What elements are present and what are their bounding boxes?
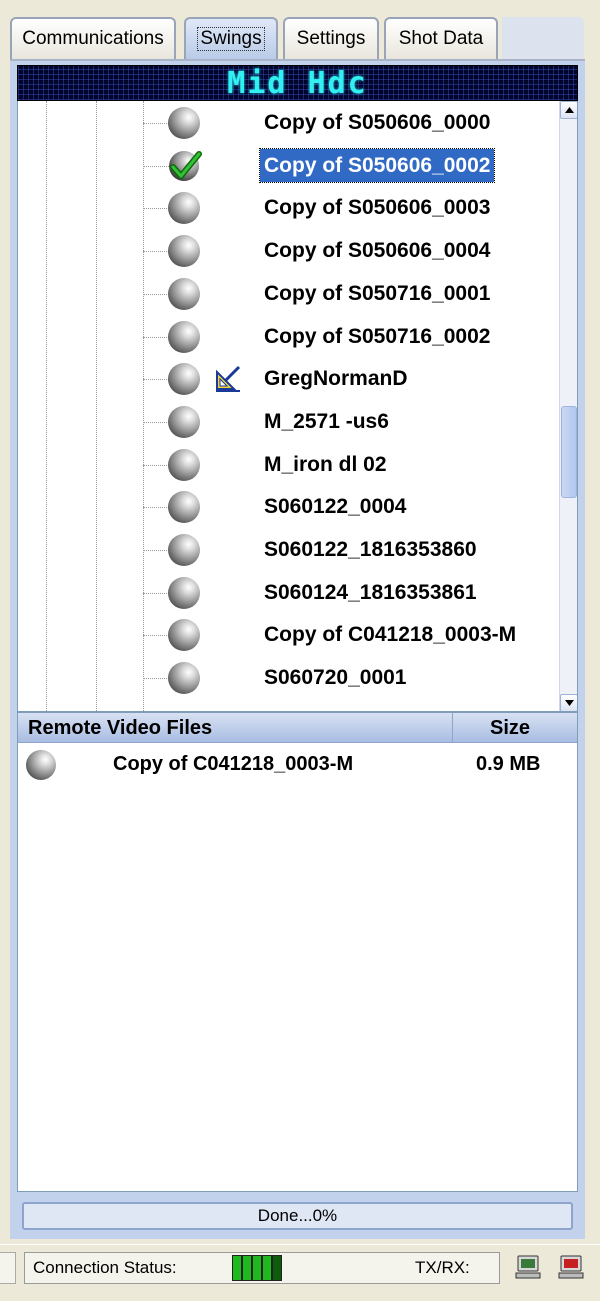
tree-item[interactable]: Copy of S050606_0000 [18, 102, 561, 144]
tree-item-label[interactable]: S060720_0001 [260, 661, 410, 694]
connection-status-label: Connection Status: [33, 1258, 177, 1277]
tree-item-label[interactable]: Copy of S050606_0002 [258, 147, 496, 183]
tree-item[interactable]: M_2571 -us6 [18, 401, 561, 443]
golf-ball-icon [168, 576, 200, 609]
swings-panel: Mid Hdc Copy of S050606_0000 Copy of S050… [10, 61, 585, 1239]
tab-settings[interactable]: Settings [283, 17, 379, 59]
tree-item-label[interactable]: M_iron dl 02 [260, 448, 391, 481]
tree-item-label[interactable]: Copy of S050716_0002 [260, 320, 494, 353]
golf-ball-icon [168, 192, 200, 225]
arrow-down-icon [564, 700, 574, 706]
golf-ball-icon [168, 363, 200, 396]
tree-item[interactable]: Copy of S050606_0004 [18, 230, 561, 272]
tab-communications[interactable]: Communications [10, 17, 176, 59]
tree-item-label[interactable]: S060124_1816353861 [260, 576, 481, 609]
tree-item[interactable]: Copy of S050606_0003 [18, 187, 561, 229]
tree-item[interactable]: Copy of S050716_0002 [18, 316, 561, 358]
remote-video-files: Remote Video Files Size Copy of C041218_… [17, 712, 578, 1192]
tab-label: Swings [197, 27, 265, 51]
golf-ball-icon [168, 320, 200, 353]
golf-ball-icon [168, 491, 200, 524]
tab-bar: Communications Swings Settings Shot Data [10, 17, 585, 62]
file-size: 0.9 MB [476, 753, 541, 775]
file-row[interactable]: Copy of C041218_0003-M 0.9 MB [18, 747, 577, 787]
column-header-name[interactable]: Remote Video Files [18, 713, 453, 743]
tree-item[interactable]: S060122_1816353860 [18, 529, 561, 571]
file-name: Copy of C041218_0003-M [113, 753, 354, 775]
tree-item[interactable]: M_iron dl 02 [18, 444, 561, 486]
tree-item[interactable]: Copy of S050716_0001 [18, 273, 561, 315]
signal-bar [233, 1256, 241, 1280]
tree-item[interactable]: S060122_0004 [18, 486, 561, 528]
arrow-up-icon [564, 107, 574, 113]
signal-bar [253, 1256, 261, 1280]
tree-item-label[interactable]: Copy of S050606_0004 [260, 234, 494, 267]
tab-label: Settings [296, 28, 366, 49]
column-header-size[interactable]: Size [454, 713, 577, 743]
tree-item-label[interactable]: Copy of S050606_0000 [260, 106, 494, 139]
scroll-down-button[interactable] [560, 694, 577, 711]
tab-swings[interactable]: Swings [184, 17, 278, 59]
golf-ball-icon [168, 235, 200, 268]
signal-strength-meter [232, 1255, 282, 1281]
tab-label: Communications [22, 28, 164, 49]
tree-item[interactable]: S060124_1816353861 [18, 572, 561, 614]
tab-strip-filler [502, 17, 584, 59]
rx-computer-icon [558, 1255, 584, 1279]
club-display-text: Mid Hdc [227, 65, 368, 101]
club-display: Mid Hdc [17, 65, 578, 101]
golf-ball-icon [168, 277, 200, 310]
golf-ball-icon [168, 534, 200, 566]
tree-scrollbar[interactable] [559, 101, 577, 711]
tree-item-label[interactable]: GregNormanD [260, 362, 412, 395]
scroll-thumb[interactable] [561, 406, 577, 498]
tree-item[interactable]: S060720_0001 [18, 657, 561, 699]
tab-label: Shot Data [398, 28, 484, 49]
tree-item[interactable]: Copy of S050606_0002 [18, 145, 561, 187]
golf-ball-icon [168, 448, 200, 481]
connection-status-pane: Connection Status: TX/RX: [24, 1252, 500, 1284]
golf-ball-icon [26, 750, 56, 780]
tree-item[interactable]: Copy of C041218_0003-M [18, 614, 561, 656]
files-header: Remote Video Files Size [18, 713, 577, 743]
golf-ball-icon [168, 107, 200, 139]
tree-item[interactable]: GregNormanD [18, 358, 561, 400]
txrx-label: TX/RX: [415, 1258, 470, 1277]
golf-ball-icon [168, 662, 200, 695]
signal-bar [243, 1256, 251, 1280]
progress-bar: Done...0% [22, 1202, 573, 1230]
status-pane-left [0, 1252, 16, 1284]
green-check-icon [169, 150, 202, 181]
tx-computer-icon [515, 1255, 541, 1279]
scroll-up-button[interactable] [560, 101, 577, 119]
swing-tree[interactable]: Copy of S050606_0000 Copy of S050606_0002… [17, 101, 578, 712]
tab-shot-data[interactable]: Shot Data [384, 17, 498, 59]
signal-bar [273, 1256, 281, 1280]
tree-item-label[interactable]: S060122_1816353860 [260, 533, 481, 566]
tree-item-label[interactable]: S060122_0004 [260, 490, 410, 523]
tree-item-label[interactable]: Copy of S050716_0001 [260, 277, 494, 310]
tree-item-label[interactable]: M_2571 -us6 [260, 405, 393, 438]
golf-ball-icon [168, 405, 200, 438]
progress-text: Done...0% [257, 1206, 338, 1225]
signal-bar [263, 1256, 271, 1280]
status-bar: Connection Status: TX/RX: [0, 1244, 600, 1288]
drawing-tool-icon [216, 366, 241, 393]
tree-item-label[interactable]: Copy of C041218_0003-M [260, 618, 520, 651]
tree-item-label[interactable]: Copy of S050606_0003 [260, 191, 494, 224]
golf-ball-icon [168, 619, 200, 652]
